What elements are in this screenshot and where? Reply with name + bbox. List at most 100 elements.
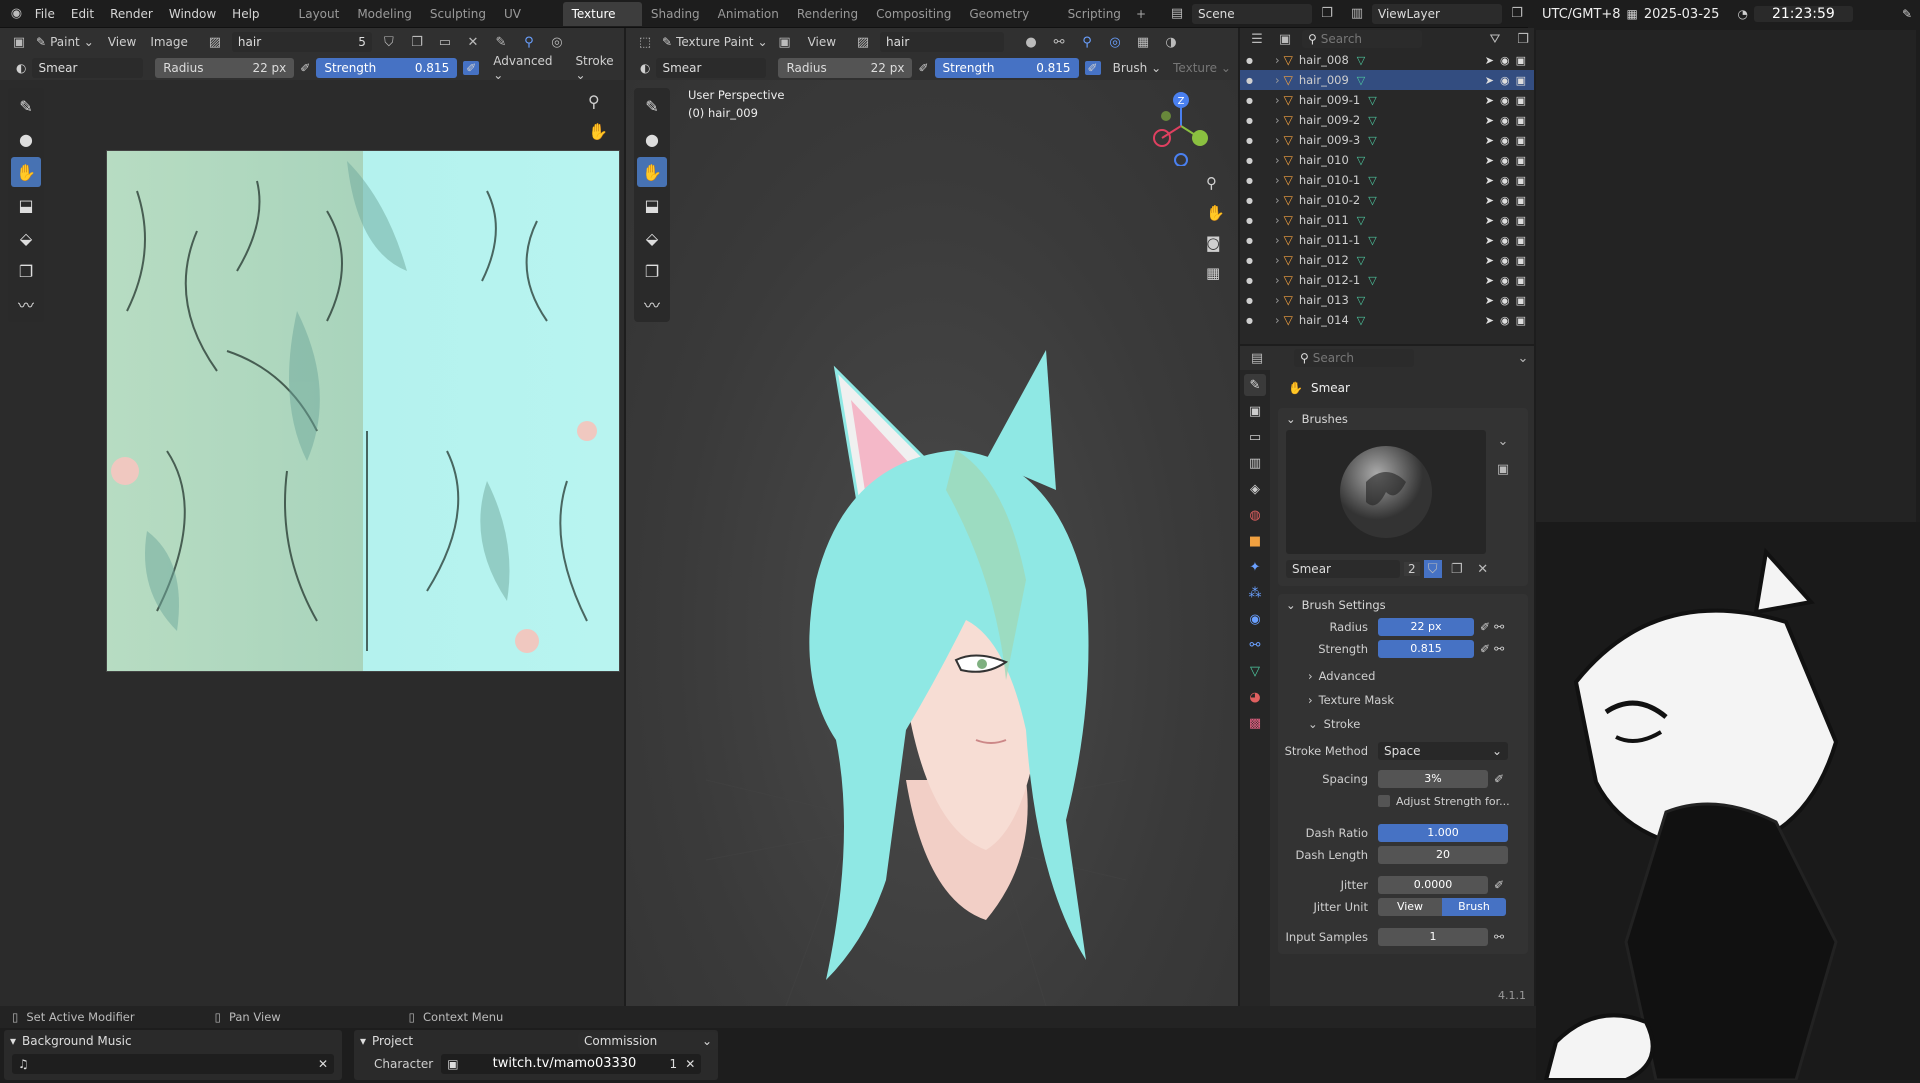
jitter-unit-view[interactable]: View [1378, 898, 1442, 916]
visibility-dot-icon[interactable]: ● [1246, 56, 1253, 65]
brush-settings-header[interactable]: ⌄ Brush Settings [1278, 594, 1528, 616]
visibility-dot-icon[interactable]: ● [1246, 76, 1253, 85]
expand-arrow-icon[interactable]: › [1275, 93, 1280, 107]
select-arrow-icon[interactable]: ➤ [1485, 74, 1494, 87]
texture-paint-mode-dropdown[interactable]: ✎ Texture Paint ⌄ [662, 35, 768, 49]
vp-draw-tool-icon[interactable]: ✎ [637, 91, 667, 121]
eye-icon[interactable]: ◉ [1500, 54, 1510, 67]
camera-icon[interactable]: ▣ [1516, 134, 1526, 147]
expand-arrow-icon[interactable]: › [1275, 213, 1280, 227]
select-arrow-icon[interactable]: ➤ [1485, 174, 1494, 187]
visibility-dot-icon[interactable]: ● [1246, 136, 1253, 145]
input-samples-icon[interactable]: ⚯ [1494, 930, 1504, 944]
stroke-dropdown[interactable]: Stroke ⌄ [575, 54, 624, 82]
eye-icon[interactable]: ◉ [1500, 254, 1510, 267]
strength-unit-icon[interactable]: ⚯ [1494, 642, 1504, 656]
hair-texture-image[interactable] [106, 150, 620, 672]
stroke-method-dropdown[interactable]: Space ⌄ [1378, 742, 1508, 760]
editor-type-icon[interactable]: ▣ [8, 31, 30, 53]
eye-icon[interactable]: ◉ [1500, 134, 1510, 147]
brush-preview-size-icon[interactable]: ▣ [1492, 458, 1514, 480]
camera-icon[interactable]: ▣ [1516, 154, 1526, 167]
advanced-dropdown[interactable]: Advanced ⌄ [493, 54, 561, 82]
tab-sculpting[interactable]: Sculpting [421, 2, 495, 26]
advanced-subpanel[interactable]: › Advanced [1278, 664, 1528, 688]
outliner-row[interactable]: ● › ▽ hair_009-3 ▽ ➤ ◉ ▣ [1240, 130, 1534, 150]
tab-uv-editing[interactable]: UV Editing [495, 2, 563, 45]
outliner-type-icon[interactable]: ☰ [1246, 28, 1268, 50]
vp-fill-tool-icon[interactable]: ⬙ [637, 223, 667, 253]
select-arrow-icon[interactable]: ➤ [1485, 214, 1494, 227]
adjust-strength-checkbox[interactable] [1378, 795, 1390, 807]
select-arrow-icon[interactable]: ➤ [1485, 134, 1494, 147]
filter-icon[interactable]: ⛛ [1484, 28, 1506, 50]
viewlayer-icon[interactable]: ▥ [1346, 3, 1368, 25]
character-clear-icon[interactable]: ✕ [685, 1054, 695, 1074]
vp-camera-icon[interactable]: ◙ [1206, 234, 1221, 252]
dash-ratio-field[interactable]: 1.000 [1378, 824, 1508, 842]
annotate-tool-icon[interactable]: 〰 [11, 289, 41, 319]
radius-unit-icon[interactable]: ⚯ [1494, 620, 1504, 634]
eye-icon[interactable]: ◉ [1500, 114, 1510, 127]
view-layer-tab-icon[interactable]: ▥ [1244, 452, 1266, 474]
overlay-icon[interactable]: ◎ [546, 31, 568, 53]
viewport-view-menu[interactable]: View [808, 35, 836, 49]
character-field[interactable]: ▣ twitch.tv/mamo03330 1 ✕ [441, 1054, 702, 1074]
brush-unlink-icon[interactable]: ✕ [1472, 558, 1494, 580]
viewport-canvas[interactable]: ✎ ● ✋ ⬓ ⬙ ❐ 〰 User Perspective (0) hair_… [626, 80, 1238, 1006]
jitter-unit-brush[interactable]: Brush [1442, 898, 1506, 916]
visibility-dot-icon[interactable]: ● [1246, 296, 1253, 305]
vp-soften-tool-icon[interactable]: ● [637, 124, 667, 154]
tab-compositing[interactable]: Compositing [867, 2, 960, 26]
texture-mask-subpanel[interactable]: › Texture Mask [1278, 688, 1528, 712]
visibility-dot-icon[interactable]: ● [1246, 116, 1253, 125]
brush-users-count[interactable]: 2 [1404, 562, 1420, 576]
fill-tool-icon[interactable]: ⬙ [11, 223, 41, 253]
tool-tab-icon[interactable]: ✎ [1244, 374, 1266, 396]
outliner-row[interactable]: ● › ▽ hair_009-1 ▽ ➤ ◉ ▣ [1240, 90, 1534, 110]
outliner-row[interactable]: ● › ▽ hair_011-1 ▽ ➤ ◉ ▣ [1240, 230, 1534, 250]
properties-search[interactable]: ⚲ Search [1294, 349, 1414, 367]
visibility-dot-icon[interactable]: ● [1246, 176, 1253, 185]
image-name-field[interactable]: hair 5 [231, 32, 372, 52]
scene-tab-icon[interactable]: ◈ [1244, 478, 1266, 500]
viewlayer-new-icon[interactable]: ❐ [1506, 3, 1528, 25]
viewport-brush-field[interactable]: Smear [656, 58, 767, 78]
expand-arrow-icon[interactable]: › [1275, 153, 1280, 167]
jitter-field[interactable]: 0.0000 [1378, 876, 1488, 894]
project-dropdown[interactable]: Commission ⌄ [578, 1032, 718, 1050]
visibility-dot-icon[interactable]: ● [1246, 216, 1253, 225]
material-tab-icon[interactable]: ◕ [1244, 686, 1266, 708]
menu-file[interactable]: File [27, 7, 63, 21]
camera-icon[interactable]: ▣ [1516, 94, 1526, 107]
visibility-dot-icon[interactable]: ● [1246, 316, 1253, 325]
shading-dot-icon[interactable]: ● [1020, 31, 1042, 53]
tab-animation[interactable]: Animation [709, 2, 788, 26]
brush-list-icon[interactable]: ⌄ [1492, 430, 1514, 452]
visibility-dot-icon[interactable]: ● [1246, 96, 1253, 105]
vp-smear-tool-icon[interactable]: ✋ [637, 157, 667, 187]
xray-icon[interactable]: ▦ [1132, 31, 1154, 53]
particles-tab-icon[interactable]: ⁂ [1244, 582, 1266, 604]
solid-shading-icon[interactable]: ◑ [1160, 31, 1182, 53]
camera-icon[interactable]: ▣ [1516, 194, 1526, 207]
outliner-row[interactable]: ● › ▽ hair_012-1 ▽ ➤ ◉ ▣ [1240, 270, 1534, 290]
camera-icon[interactable]: ▣ [1516, 214, 1526, 227]
menu-window[interactable]: Window [161, 7, 224, 21]
expand-arrow-icon[interactable]: › [1275, 193, 1280, 207]
select-arrow-icon[interactable]: ➤ [1485, 54, 1494, 67]
vp-zoom-icon[interactable]: ⚲ [1206, 174, 1217, 192]
texture-tab-icon[interactable]: ▩ [1244, 712, 1266, 734]
spacing-pressure-icon[interactable]: ✐ [1494, 772, 1504, 786]
outliner-row[interactable]: ● › ▽ hair_011 ▽ ➤ ◉ ▣ [1240, 210, 1534, 230]
eye-icon[interactable]: ◉ [1500, 234, 1510, 247]
add-workspace-button[interactable]: + [1136, 7, 1146, 21]
strength-slider[interactable]: Strength 0.815 [316, 58, 458, 78]
eye-icon[interactable]: ◉ [1500, 94, 1510, 107]
select-arrow-icon[interactable]: ➤ [1485, 234, 1494, 247]
camera-icon[interactable]: ▣ [1516, 254, 1526, 267]
input-samples-field[interactable]: 1 [1378, 928, 1488, 946]
viewport-editor-type-icon[interactable]: ⬚ [634, 31, 656, 53]
fake-user-icon[interactable]: ⛉ [378, 31, 400, 53]
outliner-row[interactable]: ● › ▽ hair_012 ▽ ➤ ◉ ▣ [1240, 250, 1534, 270]
